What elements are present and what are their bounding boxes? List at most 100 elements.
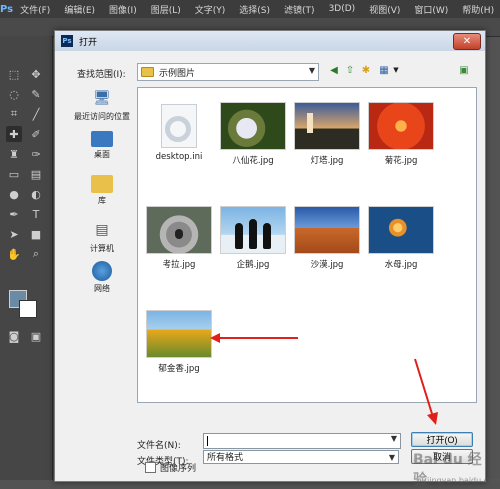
look-in-dropdown[interactable]: 示例图片 ▼ xyxy=(137,63,319,81)
file-thumbnail xyxy=(147,102,211,148)
open-button[interactable]: 打开(O) xyxy=(411,432,473,447)
clone-stamp-tool-icon[interactable]: ♜ xyxy=(6,146,22,162)
hand-tool-icon[interactable]: ✋ xyxy=(6,246,22,262)
menu-file[interactable]: 文件(F) xyxy=(13,3,57,16)
file-thumbnail xyxy=(294,206,360,254)
place-library[interactable]: 库 xyxy=(67,175,137,206)
file-thumbnail xyxy=(368,102,434,150)
place-label: 桌面 xyxy=(94,150,110,159)
dialog-titlebar: Ps 打开 ✕ xyxy=(55,31,485,51)
watermark-url: jingyan.baidu.com xyxy=(427,476,500,485)
text-caret xyxy=(207,436,208,446)
dodge-tool-icon[interactable]: ◐ xyxy=(28,186,44,202)
photoshop-logo: Ps xyxy=(0,3,14,15)
type-tool-icon[interactable]: T xyxy=(28,206,44,222)
dialog-title: 打开 xyxy=(79,37,98,48)
file-name: 考拉.jpg xyxy=(162,260,196,270)
pen-tool-icon[interactable]: ✒ xyxy=(6,206,22,222)
image-sequence-checkbox[interactable] xyxy=(145,462,156,473)
close-button[interactable]: ✕ xyxy=(453,33,481,50)
file-name: 企鹅.jpg xyxy=(236,260,270,270)
annotation-arrow-icon xyxy=(210,333,298,343)
menu-type[interactable]: 文字(Y) xyxy=(188,3,233,16)
lasso-tool-icon[interactable]: ◌ xyxy=(6,86,22,102)
file-thumbnail xyxy=(146,206,212,254)
quick-mask-icon[interactable]: ◙ xyxy=(6,328,22,344)
history-brush-tool-icon[interactable]: ✑ xyxy=(28,146,44,162)
file-name-label: 文件名(N): xyxy=(137,441,181,451)
file-name: 沙漠.jpg xyxy=(310,260,344,270)
menu-select[interactable]: 选择(S) xyxy=(232,3,277,16)
path-select-tool-icon[interactable]: ➤ xyxy=(6,226,22,242)
eyedropper-tool-icon[interactable]: ╱ xyxy=(28,106,44,122)
place-label: 最近访问的位置 xyxy=(74,112,130,121)
menu-view[interactable]: 视图(V) xyxy=(362,3,407,16)
chevron-down-icon[interactable]: ▼ xyxy=(391,434,397,443)
folder-icon xyxy=(141,67,154,77)
desktop-icon xyxy=(91,131,113,147)
blur-tool-icon[interactable]: ● xyxy=(6,186,22,202)
crop-tool-icon[interactable]: ⌗ xyxy=(6,106,22,122)
file-name: 灯塔.jpg xyxy=(310,156,344,166)
menu-help[interactable]: 帮助(H) xyxy=(455,3,500,16)
move-tool-icon[interactable]: ✥ xyxy=(28,66,44,82)
healing-brush-tool-icon[interactable]: ✚ xyxy=(6,126,22,142)
file-item[interactable]: 灯塔.jpg xyxy=(290,102,364,166)
quick-select-tool-icon[interactable]: ✎ xyxy=(28,86,44,102)
place-label: 库 xyxy=(98,196,106,205)
file-item[interactable]: desktop.ini xyxy=(142,102,216,162)
brush-tool-icon[interactable]: ✐ xyxy=(28,126,44,142)
screen-mode-icon[interactable]: ▣ xyxy=(28,328,44,344)
shape-tool-icon[interactable]: ■ xyxy=(28,226,44,242)
file-name-input[interactable]: ▼ xyxy=(203,433,401,449)
menu-3d[interactable]: 3D(D) xyxy=(322,4,363,14)
file-item[interactable]: 企鹅.jpg xyxy=(216,206,290,270)
image-sequence-option[interactable]: 图像序列 xyxy=(145,461,196,474)
zoom-tool-icon[interactable]: ⌕ xyxy=(28,246,44,262)
up-folder-icon[interactable]: ⇧ xyxy=(343,63,357,77)
place-recent[interactable]: 🖥 最近访问的位置 xyxy=(67,87,137,122)
eraser-tool-icon[interactable]: ▭ xyxy=(6,166,22,182)
background-color-swatch[interactable] xyxy=(19,300,37,318)
file-thumbnail xyxy=(294,102,360,150)
new-folder-icon[interactable]: ✱ xyxy=(359,63,373,77)
file-thumbnail xyxy=(368,206,434,254)
chevron-down-icon: ▼ xyxy=(388,453,395,462)
settings-file-icon xyxy=(165,116,191,142)
view-menu-chevron-icon[interactable]: ▼ xyxy=(389,63,403,77)
open-folder-icon[interactable]: ▣ xyxy=(457,63,471,77)
file-thumbnail xyxy=(220,102,286,150)
menu-bar: Ps 文件(F) 编辑(E) 图像(I) 图层(L) 文字(Y) 选择(S) 滤… xyxy=(0,0,500,18)
photoshop-icon: Ps xyxy=(61,35,73,47)
place-desktop[interactable]: 桌面 xyxy=(67,131,137,160)
network-icon xyxy=(92,261,112,281)
look-in-value: 示例图片 xyxy=(159,68,196,79)
menu-layer[interactable]: 图层(L) xyxy=(144,3,188,16)
gradient-tool-icon[interactable]: ▤ xyxy=(28,166,44,182)
file-item[interactable]: 沙漠.jpg xyxy=(290,206,364,270)
file-item[interactable]: 郁金香.jpg xyxy=(142,310,216,374)
open-dialog: Ps 打开 ✕ 查找范围(I): 示例图片 ▼ ◀ ⇧ ✱ ▦ ▼ ▣ 🖥 最近… xyxy=(54,30,500,488)
place-label: 计算机 xyxy=(90,244,114,253)
file-item[interactable]: 考拉.jpg xyxy=(142,206,216,270)
menu-window[interactable]: 窗口(W) xyxy=(407,3,455,16)
tools-panel: ⬚ ✥ ◌ ✎ ⌗ ╱ ✚ ✐ ♜ ✑ ▭ ▤ ● ◐ ✒ T ➤ ■ ✋ ⌕ … xyxy=(0,36,53,480)
menu-filter[interactable]: 滤镜(T) xyxy=(277,3,322,16)
marquee-tool-icon[interactable]: ⬚ xyxy=(6,66,22,82)
file-type-select[interactable]: 所有格式 ▼ xyxy=(203,450,399,464)
file-item[interactable]: 菊花.jpg xyxy=(364,102,438,166)
place-label: 网络 xyxy=(94,284,110,293)
file-name: desktop.ini xyxy=(155,152,203,162)
file-name: 郁金香.jpg xyxy=(158,364,200,374)
chevron-down-icon: ▼ xyxy=(308,66,315,75)
place-computer[interactable]: ▤ 计算机 xyxy=(67,219,137,254)
file-item[interactable]: 水母.jpg xyxy=(364,206,438,270)
file-name: 八仙花.jpg xyxy=(232,156,274,166)
place-network[interactable]: 网络 xyxy=(67,261,137,294)
library-icon xyxy=(91,175,113,193)
file-list[interactable]: desktop.ini 八仙花.jpg 灯塔.jpg 菊花.jpg 考拉.jpg… xyxy=(137,87,477,403)
file-item[interactable]: 八仙花.jpg xyxy=(216,102,290,166)
menu-edit[interactable]: 编辑(E) xyxy=(57,3,102,16)
menu-image[interactable]: 图像(I) xyxy=(102,3,144,16)
back-icon[interactable]: ◀ xyxy=(327,63,341,77)
